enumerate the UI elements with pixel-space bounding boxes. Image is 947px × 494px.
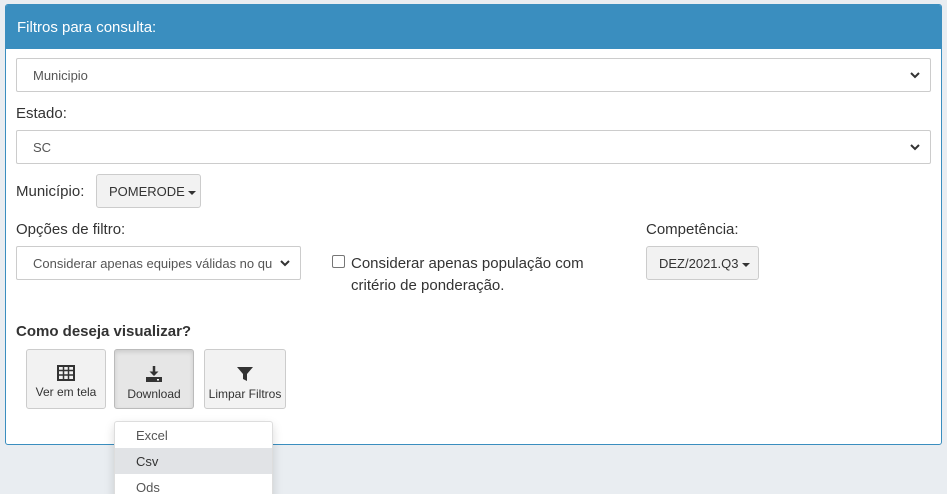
table-icon [57, 365, 75, 381]
filter-options-select[interactable]: Considerar apenas equipes válidas no qu [16, 246, 301, 280]
population-checkbox[interactable] [332, 255, 345, 268]
competencia-label: Competência: [646, 221, 739, 238]
estado-select[interactable]: SC [16, 130, 931, 164]
filter-options-value: Considerar apenas equipes válidas no qu [33, 256, 273, 271]
level-select-value: Municipio [33, 68, 88, 83]
population-checkbox-label-line1: Considerar apenas população com [351, 255, 584, 272]
chevron-down-icon [910, 72, 920, 79]
level-select[interactable]: Municipio [16, 58, 931, 92]
municipio-dropdown-value: POMERODE [109, 184, 185, 199]
download-label: Download [127, 387, 181, 401]
view-on-screen-label: Ver em tela [35, 385, 97, 399]
menu-item-ods[interactable]: Ods [115, 474, 272, 494]
population-checkbox-label-line2: critério de ponderação. [351, 277, 505, 294]
filter-options-label: Opções de filtro: [16, 221, 126, 238]
download-button[interactable]: Download [114, 349, 194, 409]
panel-title: Filtros para consulta: [6, 5, 941, 49]
download-menu: Excel Csv Ods [114, 421, 273, 494]
municipio-label: Município: [16, 183, 85, 200]
menu-item-csv[interactable]: Csv [115, 448, 272, 474]
clear-filters-button[interactable]: Limpar Filtros [204, 349, 286, 409]
competencia-dropdown[interactable]: DEZ/2021.Q3 [646, 246, 759, 280]
caret-down-icon [187, 190, 196, 195]
filter-icon [237, 367, 253, 381]
estado-label: Estado: [16, 105, 67, 122]
view-on-screen-button[interactable]: Ver em tela [26, 349, 106, 409]
view-title: Como deseja visualizar? [16, 323, 192, 340]
competencia-dropdown-value: DEZ/2021.Q3 [659, 256, 739, 271]
estado-select-value: SC [33, 140, 52, 155]
menu-item-excel[interactable]: Excel [115, 422, 272, 448]
caret-down-icon [741, 262, 750, 267]
download-icon [146, 366, 162, 382]
municipio-dropdown[interactable]: POMERODE [96, 174, 201, 208]
chevron-down-icon [910, 144, 920, 151]
chevron-down-icon [280, 260, 290, 267]
clear-filters-label: Limpar Filtros [208, 387, 282, 401]
